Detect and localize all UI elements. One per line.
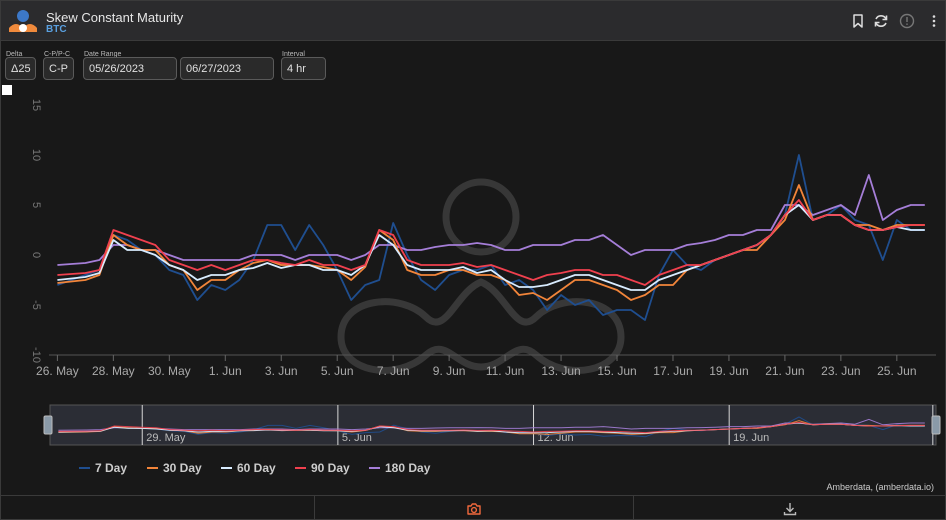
bookmark-icon[interactable] — [850, 13, 866, 29]
widget-title: Skew Constant Maturity — [46, 10, 184, 25]
x-tick-label: 25. Jun — [877, 364, 916, 378]
y-tick-label: 5 — [30, 202, 42, 208]
start-date-input[interactable]: 05/26/2023 — [83, 57, 177, 80]
series-lines — [57, 154, 925, 321]
x-tick-label: 17. Jun — [653, 364, 692, 378]
y-axis: -10 -5 0 5 10 15 — [30, 99, 42, 363]
camera-icon[interactable] — [466, 501, 482, 517]
navigator-tick-label: 19. Jun — [733, 432, 769, 444]
widget-footer — [1, 495, 945, 520]
legend-label: 180 Day — [385, 461, 431, 475]
chart-credit: Amberdata, (amberdata.io) — [826, 482, 934, 492]
amberdata-watermark-icon — [337, 178, 625, 374]
x-tick-label: 1. Jun — [209, 364, 242, 378]
x-tick-label: 9. Jun — [433, 364, 466, 378]
x-tick-label: 30. May — [148, 364, 191, 378]
info-icon[interactable] — [899, 13, 915, 29]
legend-swatch — [221, 466, 232, 469]
widget-header: Skew Constant Maturity BTC — [1, 1, 945, 41]
x-tick-label: 19. Jun — [709, 364, 748, 378]
x-tick-label: 5. Jun — [321, 364, 354, 378]
y-tick-label: -5 — [30, 300, 42, 310]
interval-select[interactable]: 4 hr — [281, 57, 326, 80]
legend-item-7-day[interactable]: 7 Day — [79, 461, 127, 475]
legend-swatch — [295, 466, 306, 469]
range-navigator: 29. May 5. Jun 12. Jun 19. Jun — [43, 404, 941, 446]
x-tick-label: 3. Jun — [265, 364, 298, 378]
more-options-icon[interactable] — [926, 13, 942, 29]
x-tick-label: 7. Jun — [377, 364, 410, 378]
amberdata-logo-icon — [9, 10, 37, 32]
x-tick-label: 11. Jun — [486, 364, 524, 378]
footer-divider — [314, 496, 315, 520]
x-tick-label: 23. Jun — [821, 364, 860, 378]
legend-label: 90 Day — [311, 461, 350, 475]
legend-label: 7 Day — [95, 461, 128, 475]
x-tick-label: 21. Jun — [765, 364, 804, 378]
legend-label: 60 Day — [237, 461, 276, 475]
legend-item-180-day[interactable]: 180 Day — [369, 461, 430, 475]
footer-divider — [633, 496, 634, 520]
legend-swatch — [79, 466, 90, 469]
widget-frame: Skew Constant Maturity BTC Delta Δ25 C-P… — [0, 0, 946, 520]
navigator-right-handle[interactable] — [931, 415, 941, 435]
delta-select[interactable]: Δ25 — [5, 57, 36, 80]
direction-select[interactable]: C-P — [43, 57, 74, 80]
legend-item-60-day[interactable]: 60 Day — [221, 461, 276, 475]
download-icon[interactable] — [782, 501, 798, 517]
series-line-7-day[interactable] — [57, 154, 925, 321]
y-tick-label: 15 — [30, 99, 42, 111]
y-tick-label: 10 — [30, 149, 42, 161]
x-tick-label: 26. May — [36, 364, 79, 378]
reset-zoom-box[interactable] — [2, 85, 12, 95]
legend-swatch — [147, 466, 158, 469]
x-axis: 26. May 28. May 30. May 1. Jun 3. Jun 5. Jun 7… — [36, 354, 936, 378]
x-tick-label: 28. May — [92, 364, 135, 378]
end-date-input[interactable]: 06/27/2023 — [180, 57, 274, 80]
legend-swatch — [369, 466, 380, 469]
legend-item-90-day[interactable]: 90 Day — [295, 461, 350, 475]
asset-label: BTC — [46, 24, 67, 35]
y-tick-label: -10 — [30, 347, 42, 363]
navigator-left-handle[interactable] — [43, 415, 53, 435]
x-tick-label: 15. Jun — [597, 364, 636, 378]
y-tick-label: 0 — [30, 252, 42, 258]
legend-label: 30 Day — [163, 461, 202, 475]
skew-line-chart: -10 -5 0 5 10 15 26. May 28. May 30. May 1. Jun 3… — [30, 99, 936, 378]
legend-item-30-day[interactable]: 30 Day — [147, 461, 202, 475]
refresh-icon[interactable] — [873, 13, 889, 29]
chart-controls: Delta Δ25 C-P/P-C C-P Date Range 05/26/2… — [1, 49, 945, 85]
x-tick-label: 13. Jun — [541, 364, 580, 378]
navigator-tick-label: 29. May — [146, 432, 186, 444]
